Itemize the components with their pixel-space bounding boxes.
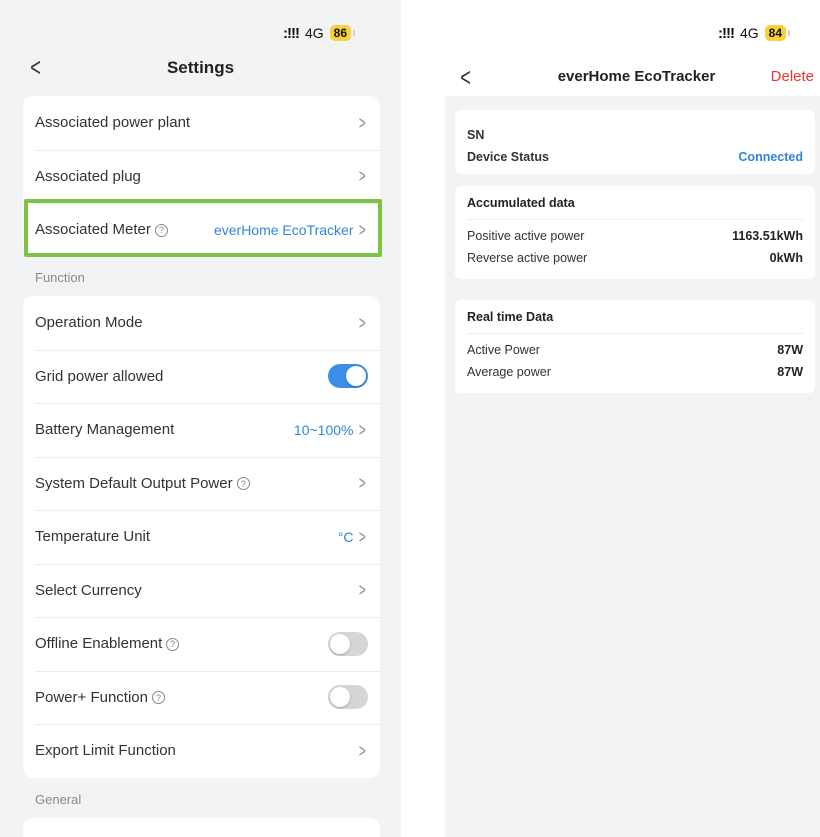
accumulated-data-card: Accumulated data Positive active power 1… bbox=[455, 186, 815, 279]
row-label: Select Currency bbox=[35, 581, 142, 599]
average-power-value: 87W bbox=[777, 365, 803, 379]
average-power-label: Average power bbox=[467, 365, 551, 379]
section-label-general: General bbox=[35, 792, 82, 807]
row-label: Associated plug bbox=[35, 167, 141, 185]
row-label-wrap: Offline Enablement? bbox=[35, 635, 328, 652]
associations-card: Associated power plant > Associated plug… bbox=[23, 96, 380, 257]
active-power-row: Active Power 87W bbox=[467, 339, 803, 361]
device-status-value: Connected bbox=[738, 150, 803, 164]
grid-power-allowed-row: Grid power allowed bbox=[23, 349, 380, 404]
positive-active-power-label: Positive active power bbox=[467, 229, 585, 243]
delete-button[interactable]: Delete bbox=[771, 68, 814, 85]
device-detail-screen: :!!! 4G 84 < everHome EcoTracker Delete … bbox=[445, 0, 820, 837]
temperature-unit-row[interactable]: Temperature Unit °C > bbox=[23, 510, 380, 564]
nav-bar: < Settings bbox=[0, 52, 401, 84]
function-card: Operation Mode > Grid power allowed Batt… bbox=[23, 296, 380, 778]
device-info-card: SN Device Status Connected bbox=[455, 110, 815, 174]
network-label: 4G bbox=[739, 25, 759, 41]
grid-power-toggle[interactable] bbox=[328, 364, 368, 389]
toggle-knob bbox=[330, 687, 350, 708]
network-label: 4G bbox=[304, 25, 324, 41]
battery-icon: 86 bbox=[329, 25, 356, 41]
row-label: Temperature Unit bbox=[35, 528, 151, 546]
help-icon[interactable]: ? bbox=[166, 637, 180, 651]
device-status-row: Device Status Connected bbox=[467, 146, 803, 168]
positive-active-power-row: Positive active power 1163.51kWh bbox=[467, 225, 803, 247]
battery-icon: 84 bbox=[764, 25, 791, 41]
page-title: Settings bbox=[166, 58, 235, 77]
signal-icon: :!!! bbox=[283, 24, 300, 42]
select-currency-row[interactable]: Select Currency > bbox=[23, 563, 380, 618]
associated-power-plant-row[interactable]: Associated power plant > bbox=[23, 96, 380, 150]
sn-row: SN bbox=[467, 124, 803, 146]
real-time-data-card: Real time Data Active Power 87W Average … bbox=[455, 300, 815, 393]
toggle-knob bbox=[346, 366, 366, 387]
accumulated-data-title: Accumulated data bbox=[467, 186, 803, 220]
chevron-right-icon: > bbox=[359, 419, 367, 440]
positive-active-power-value: 1163.51kWh bbox=[732, 229, 803, 243]
row-label: Associated power plant bbox=[35, 114, 191, 132]
row-label: Battery Management bbox=[35, 421, 175, 439]
chevron-right-icon: > bbox=[359, 580, 367, 601]
operation-mode-row[interactable]: Operation Mode > bbox=[23, 296, 380, 350]
status-bar: :!!! 4G 86 bbox=[283, 23, 356, 43]
row-label: Grid power allowed bbox=[35, 367, 164, 385]
battery-range-value: 10~100% bbox=[293, 421, 354, 438]
help-icon[interactable]: ? bbox=[151, 691, 165, 705]
row-label: Associated Meter bbox=[35, 221, 151, 239]
device-status-label: Device Status bbox=[467, 150, 549, 164]
offline-enablement-row: Offline Enablement? bbox=[23, 617, 380, 671]
row-label-wrap: Associated Meter? bbox=[35, 221, 214, 238]
reverse-active-power-value: 0kWh bbox=[769, 251, 803, 265]
settings-screen: :!!! 4G 86 < Settings Associated power p… bbox=[0, 0, 401, 837]
chevron-right-icon: > bbox=[359, 740, 367, 761]
row-label: Power+ Function bbox=[35, 688, 148, 706]
export-limit-function-row[interactable]: Export Limit Function > bbox=[23, 724, 380, 778]
chevron-right-icon: > bbox=[359, 312, 367, 333]
row-label-wrap: Power+ Function? bbox=[35, 689, 328, 706]
nav-bar: < everHome EcoTracker Delete bbox=[445, 64, 820, 90]
chevron-right-icon: > bbox=[359, 473, 367, 494]
offline-enablement-toggle[interactable] bbox=[328, 631, 368, 656]
active-power-value: 87W bbox=[777, 343, 803, 357]
page-title: everHome EcoTracker bbox=[557, 68, 716, 85]
real-time-data-title: Real time Data bbox=[467, 300, 803, 334]
row-label: Offline Enablement bbox=[35, 635, 163, 653]
chevron-right-icon: > bbox=[359, 166, 367, 187]
sn-label: SN bbox=[467, 128, 485, 142]
power-plus-toggle[interactable] bbox=[328, 685, 368, 710]
help-icon[interactable]: ? bbox=[154, 223, 168, 237]
row-label-wrap: System Default Output Power? bbox=[35, 475, 357, 492]
chevron-right-icon: > bbox=[359, 112, 367, 133]
active-power-label: Active Power bbox=[467, 343, 540, 357]
row-label: System Default Output Power bbox=[35, 474, 233, 492]
system-default-output-power-row[interactable]: System Default Output Power? > bbox=[23, 456, 380, 511]
chevron-right-icon: > bbox=[359, 526, 367, 547]
average-power-row: Average power 87W bbox=[467, 361, 803, 383]
battery-management-row[interactable]: Battery Management 10~100% > bbox=[23, 403, 380, 457]
associated-meter-row[interactable]: Associated Meter? everHome EcoTracker > bbox=[23, 203, 380, 257]
row-label: Operation Mode bbox=[35, 314, 143, 332]
chevron-right-icon: > bbox=[359, 219, 367, 240]
reverse-active-power-row: Reverse active power 0kWh bbox=[467, 247, 803, 269]
status-bar: :!!! 4G 84 bbox=[718, 23, 791, 43]
section-label-function: Function bbox=[35, 270, 85, 285]
meter-value: everHome EcoTracker bbox=[213, 221, 354, 238]
temperature-unit-value: °C bbox=[337, 528, 354, 545]
general-card bbox=[23, 818, 380, 837]
reverse-active-power-label: Reverse active power bbox=[467, 251, 588, 265]
row-label: Export Limit Function bbox=[35, 742, 176, 760]
power-plus-function-row: Power+ Function? bbox=[23, 670, 380, 725]
help-icon[interactable]: ? bbox=[236, 477, 250, 491]
signal-icon: :!!! bbox=[718, 24, 735, 42]
associated-plug-row[interactable]: Associated plug > bbox=[23, 149, 380, 204]
toggle-knob bbox=[330, 633, 350, 654]
